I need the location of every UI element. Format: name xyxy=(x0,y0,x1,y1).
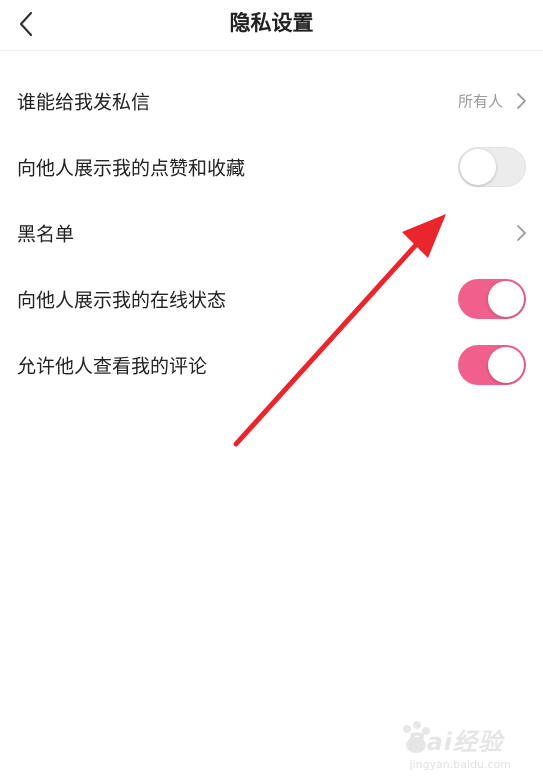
row-show-likes-favorites: 向他人展示我的点赞和收藏 xyxy=(0,134,543,200)
watermark-domain: jingyan.baidu.com xyxy=(409,758,511,771)
watermark: Bai经验 jingyan.baidu.com xyxy=(381,715,531,771)
likes-favorites-toggle[interactable] xyxy=(458,147,526,187)
nav-header: 隐私设置 xyxy=(0,0,543,51)
toggle-knob xyxy=(460,149,496,185)
watermark-brand: Bai经验 xyxy=(407,728,503,756)
toggle-knob xyxy=(488,347,524,383)
online-status-toggle[interactable] xyxy=(458,279,526,319)
chevron-right-icon xyxy=(517,93,526,109)
row-value: 所有人 xyxy=(457,92,503,111)
row-who-can-message[interactable]: 谁能给我发私信 所有人 xyxy=(0,68,543,134)
view-comments-toggle[interactable] xyxy=(458,345,526,385)
row-allow-view-comments: 允许他人查看我的评论 xyxy=(0,332,543,398)
page-title: 隐私设置 xyxy=(229,11,314,35)
row-show-online-status: 向他人展示我的在线状态 xyxy=(0,266,543,332)
row-label: 向他人展示我的点赞和收藏 xyxy=(17,157,246,180)
row-blacklist[interactable]: 黑名单 xyxy=(0,200,543,266)
toggle-knob xyxy=(488,281,524,317)
row-label: 允许他人查看我的评论 xyxy=(17,355,208,378)
row-label: 黑名单 xyxy=(17,223,75,246)
row-label: 谁能给我发私信 xyxy=(17,91,151,114)
chevron-right-icon xyxy=(517,225,526,241)
row-label: 向他人展示我的在线状态 xyxy=(17,289,227,312)
